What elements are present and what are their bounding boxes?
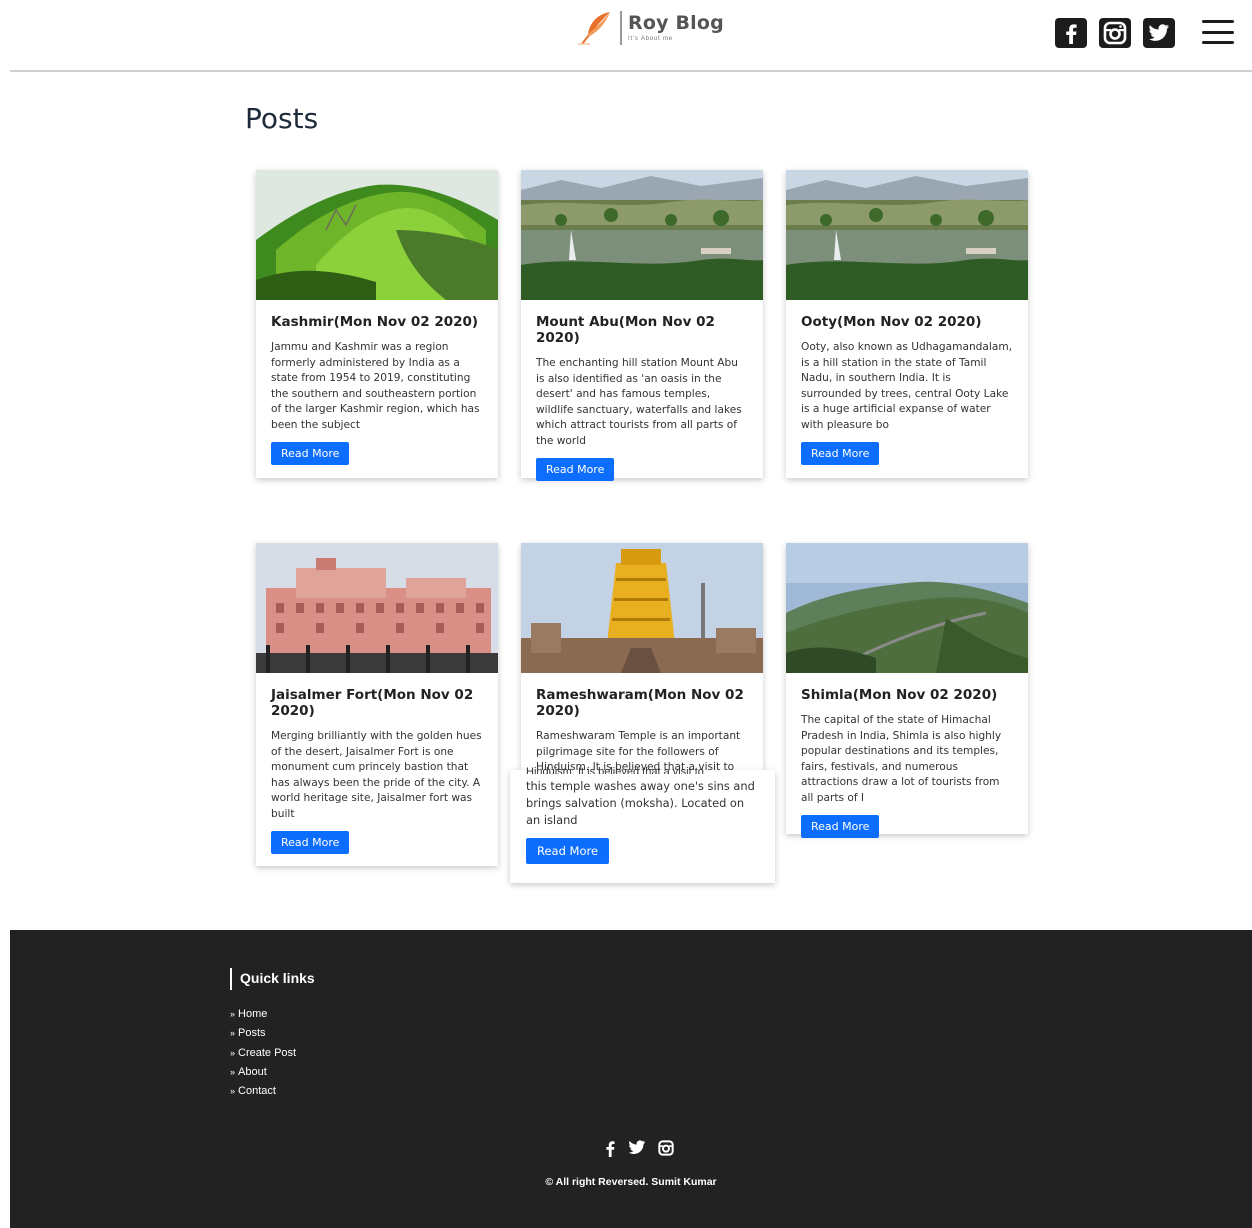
post-title[interactable]: Kashmir(Mon Nov 02 2020)	[271, 314, 483, 330]
post-card-rameshwaram: Rameshwaram(Mon Nov 02 2020) Rameshwaram…	[521, 543, 763, 770]
site-logo[interactable]: Roy Blog It's About me	[576, 8, 724, 48]
quick-links-title: Quick links	[230, 968, 315, 990]
facebook-icon[interactable]	[604, 1140, 616, 1162]
post-excerpt: Merging brilliantly with the golden hues…	[271, 730, 482, 820]
chevron-double-right-icon: »	[230, 1047, 236, 1058]
twitter-icon[interactable]	[628, 1140, 646, 1162]
header-social-links	[1055, 18, 1175, 48]
chevron-double-right-icon: »	[230, 1009, 236, 1019]
post-excerpt: Ooty, also known as Udhagamandalam, is a…	[801, 341, 1013, 431]
footer-link-posts[interactable]: » Posts	[230, 1024, 296, 1043]
post-excerpt: Jammu and Kashmir was a region formerly …	[271, 341, 480, 431]
read-more-button[interactable]: Read More	[801, 815, 880, 838]
post-card-mount-abu: Mount Abu(Mon Nov 02 2020) The enchantin…	[521, 170, 763, 481]
post-card-kashmir: Kashmir(Mon Nov 02 2020) Jammu and Kashm…	[256, 170, 498, 478]
post-excerpt: The enchanting hill station Mount Abu is…	[536, 357, 742, 447]
post-title[interactable]: Ooty(Mon Nov 02 2020)	[801, 314, 1013, 330]
site-header: Roy Blog It's About me	[10, 0, 1252, 72]
post-card-rameshwaram-overflow: Hinduism. It is believed that a visit to…	[510, 766, 775, 883]
instagram-icon[interactable]	[658, 1140, 674, 1162]
post-excerpt: Rameshwaram Temple is an important pilgr…	[536, 730, 741, 770]
post-card-ooty: Ooty(Mon Nov 02 2020) Ooty, also known a…	[786, 170, 1028, 478]
footer-social-links	[604, 1140, 674, 1162]
twitter-icon[interactable]	[1143, 18, 1175, 48]
footer-link-home[interactable]: » Home	[230, 1005, 296, 1024]
post-image-kashmir	[256, 170, 498, 300]
read-more-button[interactable]: Read More	[526, 838, 610, 864]
post-excerpt: The capital of the state of Himachal Pra…	[801, 714, 1002, 804]
facebook-icon[interactable]	[1055, 18, 1087, 48]
post-image-ooty	[786, 170, 1028, 300]
chevron-double-right-icon: »	[230, 1086, 236, 1097]
post-image-jaisalmer	[256, 543, 498, 673]
quick-links-list: » Home » Posts » Create Post » About » Contac…	[230, 1005, 296, 1101]
post-card-shimla: Shimla(Mon Nov 02 2020) The capital of t…	[786, 543, 1028, 838]
post-card-jaisalmer: Jaisalmer Fort(Mon Nov 02 2020) Merging …	[256, 543, 498, 866]
post-title[interactable]: Mount Abu(Mon Nov 02 2020)	[536, 314, 748, 346]
chevron-double-right-icon: »	[230, 1066, 236, 1077]
page-title: Posts	[245, 102, 319, 135]
footer-link-contact[interactable]: » Contact	[230, 1082, 296, 1101]
post-image-rameshwaram	[521, 543, 763, 673]
footer-link-about[interactable]: » About	[230, 1063, 296, 1082]
logo-title: Roy Blog	[628, 12, 724, 34]
post-title[interactable]: Shimla(Mon Nov 02 2020)	[801, 687, 1013, 703]
instagram-icon[interactable]	[1099, 18, 1131, 48]
post-image-mount-abu	[521, 170, 763, 300]
post-excerpt-continued: this temple washes away one's sins and b…	[526, 779, 755, 827]
chevron-double-right-icon: »	[230, 1028, 236, 1039]
copyright-text: © All right Reversed. Sumit Kumar	[545, 1176, 717, 1188]
logo-divider	[620, 11, 622, 45]
clipped-text-line: Hinduism. It is believed that a visit to	[526, 766, 704, 774]
feather-logo-icon	[578, 12, 610, 45]
read-more-button[interactable]: Read More	[801, 442, 880, 465]
hamburger-menu-icon[interactable]	[1202, 20, 1234, 44]
read-more-button[interactable]: Read More	[271, 442, 350, 465]
read-more-button[interactable]: Read More	[536, 458, 615, 481]
post-title[interactable]: Jaisalmer Fort(Mon Nov 02 2020)	[271, 687, 483, 719]
footer-link-create-post[interactable]: » Create Post	[230, 1044, 296, 1063]
logo-subtitle: It's About me	[628, 36, 673, 42]
site-footer: Quick links » Home » Posts » Create Post » A…	[10, 930, 1252, 1228]
read-more-button[interactable]: Read More	[271, 831, 350, 854]
post-image-shimla	[786, 543, 1028, 673]
post-title[interactable]: Rameshwaram(Mon Nov 02 2020)	[536, 687, 748, 719]
